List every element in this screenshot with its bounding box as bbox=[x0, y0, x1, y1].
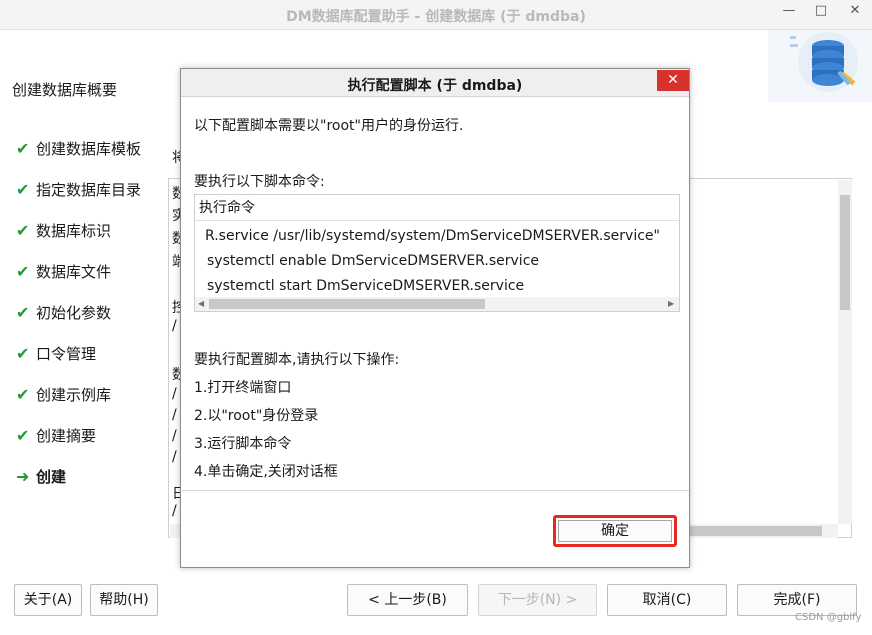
run-script-dialog: 执行配置脚本 (于 dmdba) ✕ 以下配置脚本需要以"root"用户的身份运… bbox=[180, 68, 690, 568]
step-label: 口令管理 bbox=[36, 344, 97, 363]
commands-table[interactable]: 执行命令 R.service /usr/lib/systemd/system/D… bbox=[194, 194, 680, 312]
dialog-title: 执行配置脚本 (于 dmdba) bbox=[347, 78, 523, 94]
summary-line: / bbox=[172, 449, 177, 465]
step-init-params: ✔ 初始化参数 bbox=[16, 300, 111, 324]
check-icon: ✔ bbox=[16, 425, 30, 445]
step-sample-db: ✔ 创建示例库 bbox=[16, 382, 111, 406]
step-label: 创建数据库模板 bbox=[36, 139, 142, 158]
step-create: ➜ 创建 bbox=[16, 464, 66, 488]
ok-button[interactable]: 确定 bbox=[558, 520, 672, 542]
commands-label: 要执行以下脚本命令: bbox=[194, 174, 325, 190]
commands-column-header: 执行命令 bbox=[195, 195, 679, 221]
window-titlebar: DM数据库配置助手 - 创建数据库 (于 dmdba) — □ ✕ bbox=[0, 0, 872, 30]
prev-button[interactable]: < 上一步(B) bbox=[347, 584, 468, 616]
scroll-left-icon[interactable]: ◀ bbox=[198, 297, 204, 311]
summary-line: / bbox=[172, 386, 177, 402]
page-title: 创建数据库概要 bbox=[12, 81, 118, 99]
step-create-template: ✔ 创建数据库模板 bbox=[16, 136, 141, 160]
command-row[interactable]: systemctl enable DmServiceDMSERVER.servi… bbox=[207, 253, 539, 269]
summary-vertical-scroll-thumb[interactable] bbox=[840, 195, 850, 310]
step-summary: ✔ 创建摘要 bbox=[16, 423, 96, 447]
minimize-icon[interactable]: — bbox=[774, 0, 804, 24]
step-db-files: ✔ 数据库文件 bbox=[16, 259, 111, 283]
commands-scroll-thumb[interactable] bbox=[209, 299, 485, 309]
step-label: 初始化参数 bbox=[36, 303, 112, 322]
check-icon: ✔ bbox=[16, 384, 30, 404]
summary-line: / bbox=[172, 407, 177, 423]
command-row[interactable]: R.service /usr/lib/systemd/system/DmServ… bbox=[205, 228, 660, 244]
summary-line: / bbox=[172, 428, 177, 444]
close-icon[interactable]: ✕ bbox=[657, 70, 689, 91]
wizard-steps: ✔ 创建数据库模板 ✔ 指定数据库目录 ✔ 数据库标识 ✔ 数据库文件 ✔ 初始… bbox=[0, 126, 150, 566]
check-icon: ✔ bbox=[16, 179, 30, 199]
op-step: 3.运行脚本命令 bbox=[194, 436, 292, 452]
op-step: 2.以"root"身份登录 bbox=[194, 408, 319, 424]
summary-line: / bbox=[172, 503, 177, 519]
scroll-right-icon[interactable]: ▶ bbox=[668, 297, 674, 311]
step-label: 创建示例库 bbox=[36, 385, 112, 404]
intro-text: 以下配置脚本需要以"root"用户的身份运行. bbox=[194, 118, 464, 134]
step-label: 创建 bbox=[36, 467, 67, 486]
step-label: 数据库文件 bbox=[36, 262, 112, 281]
commands-horizontal-scrollbar[interactable]: ◀ ▶ bbox=[195, 297, 679, 311]
ok-button-highlight: 确定 bbox=[553, 515, 677, 547]
arrow-right-icon: ➜ bbox=[16, 466, 30, 486]
maximize-icon[interactable]: □ bbox=[806, 0, 836, 24]
op-step: 4.单击确定,关闭对话框 bbox=[194, 464, 338, 480]
check-icon: ✔ bbox=[16, 343, 30, 363]
step-password: ✔ 口令管理 bbox=[16, 341, 96, 365]
about-button[interactable]: 关于(A) bbox=[14, 584, 82, 616]
summary-line: / bbox=[172, 318, 177, 334]
step-db-directory: ✔ 指定数据库目录 bbox=[16, 177, 141, 201]
step-label: 数据库标识 bbox=[36, 221, 112, 240]
window-title: DM数据库配置助手 - 创建数据库 (于 dmdba) bbox=[286, 9, 586, 25]
check-icon: ✔ bbox=[16, 220, 30, 240]
check-icon: ✔ bbox=[16, 261, 30, 281]
cancel-button[interactable]: 取消(C) bbox=[607, 584, 727, 616]
op-step: 1.打开终端窗口 bbox=[194, 380, 292, 396]
ops-label: 要执行配置脚本,请执行以下操作: bbox=[194, 352, 400, 368]
database-icon bbox=[768, 30, 872, 102]
step-label: 指定数据库目录 bbox=[36, 180, 142, 199]
help-button[interactable]: 帮助(H) bbox=[90, 584, 158, 616]
close-icon[interactable]: ✕ bbox=[838, 0, 872, 24]
step-db-identity: ✔ 数据库标识 bbox=[16, 218, 111, 242]
step-label: 创建摘要 bbox=[36, 426, 97, 445]
summary-horizontal-scroll-thumb[interactable] bbox=[690, 526, 822, 536]
dialog-titlebar: 执行配置脚本 (于 dmdba) ✕ bbox=[181, 69, 689, 97]
check-icon: ✔ bbox=[16, 302, 30, 322]
command-row[interactable]: systemctl start DmServiceDMSERVER.servic… bbox=[207, 278, 524, 294]
dialog-body: 以下配置脚本需要以"root"用户的身份运行. 要执行以下脚本命令: 执行命令 … bbox=[182, 97, 689, 491]
check-icon: ✔ bbox=[16, 138, 30, 158]
next-button[interactable]: 下一步(N) > bbox=[478, 584, 597, 616]
watermark: CSDN @gblfy bbox=[795, 612, 862, 623]
